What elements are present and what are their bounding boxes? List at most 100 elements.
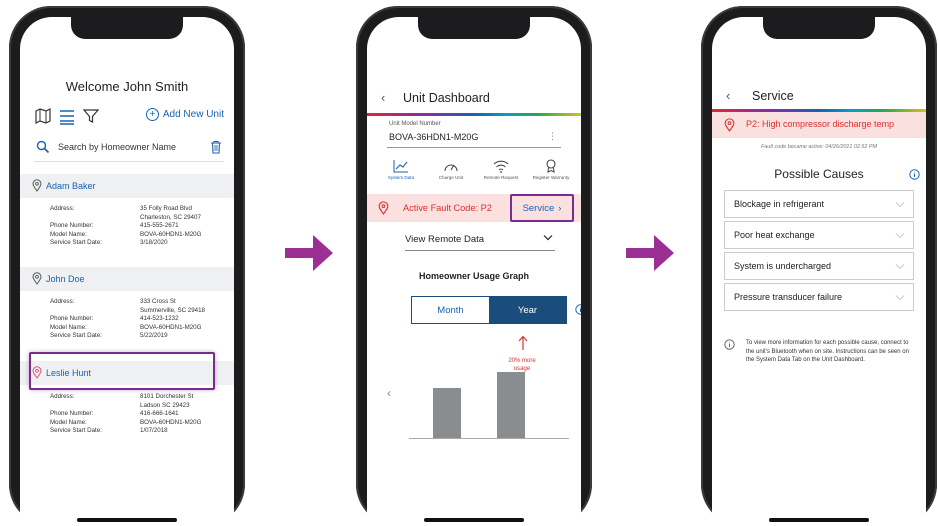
home-indicator	[424, 518, 524, 522]
dashboard-tabs: System Data Charge Unit Remote Request R…	[377, 159, 575, 187]
tab-charge-unit[interactable]: Charge Unit	[427, 159, 475, 187]
service-header: ‹ Service	[726, 87, 918, 107]
address-value-2: Ladson SC 29423	[140, 401, 190, 409]
cause-label: Poor heat exchange	[734, 230, 815, 240]
plus-circle-icon: +	[145, 108, 159, 121]
homeowner-details: Address: 35 Folly Road Blvd Charleston, S…	[50, 205, 226, 248]
cause-label: Pressure transducer failure	[734, 292, 843, 302]
address-value: 35 Folly Road Blvd	[140, 205, 192, 212]
model-value: BOVA-60HDN1-M20G	[140, 418, 202, 426]
tab-label: Remote Request	[483, 175, 519, 180]
phone-notch	[71, 17, 183, 39]
tab-label: System Data	[387, 175, 415, 180]
arrow-up-icon	[518, 335, 528, 350]
chevron-down-icon	[895, 264, 905, 270]
location-pin-icon	[724, 118, 735, 132]
model-label: Model Name:	[50, 418, 87, 426]
bluetooth-instructions: To view more information for each possib…	[746, 340, 909, 364]
more-options-icon[interactable]: ⋮	[548, 131, 557, 142]
period-toggle: Month Year	[411, 296, 567, 324]
address-value: 8101 Dorchester St	[140, 393, 194, 400]
wifi-icon	[493, 160, 509, 173]
right-arrow-icon	[285, 235, 333, 271]
chart-line-icon	[393, 160, 408, 173]
cause-item[interactable]: Poor heat exchange	[724, 221, 914, 249]
phone-label: Phone Number:	[50, 410, 94, 418]
list-icon[interactable]	[58, 107, 76, 125]
homeowner-header-john-doe[interactable]: John Doe	[20, 267, 234, 291]
chevron-left-icon[interactable]: ‹	[381, 90, 385, 105]
cause-item[interactable]: Blockage in refrigerant	[724, 190, 914, 218]
cause-item[interactable]: System is undercharged	[724, 252, 914, 280]
address-label: Address:	[50, 298, 75, 305]
toggle-year[interactable]: Year	[489, 297, 566, 323]
cause-label: Blockage in refrigerant	[734, 199, 825, 209]
chevron-down-icon	[543, 235, 553, 241]
trash-icon[interactable]	[210, 140, 222, 154]
home-indicator	[769, 518, 869, 522]
list-toolbar: + Add New Unit	[34, 107, 224, 127]
info-icon[interactable]	[575, 304, 581, 315]
badge-icon	[546, 159, 556, 173]
right-arrow-icon	[626, 235, 674, 271]
home-indicator	[77, 518, 177, 522]
address-value-2: Charleston, SC 29407	[140, 213, 201, 221]
address-value: 333 Cross St	[140, 298, 176, 305]
add-new-unit-button[interactable]: + Add New Unit	[145, 108, 224, 121]
phone-value: 415-555-2671	[140, 222, 179, 230]
model-field-underline	[387, 147, 561, 148]
select-value: View Remote Data	[405, 234, 485, 245]
phone-label: Phone Number:	[50, 315, 94, 323]
address-value-2: Summerville, SC 29418	[140, 306, 205, 314]
homeowner-details: Address: 333 Cross St Summerville, SC 294…	[50, 298, 226, 341]
location-pin-icon	[32, 179, 42, 192]
fault-banner: P2: High compressor discharge temp	[712, 112, 926, 138]
unit-dashboard-screen: ‹ Unit Dashboard Unit Model Number BOVA-…	[367, 17, 581, 526]
start-date-value: 5/22/2019	[140, 332, 168, 340]
location-pin-icon	[378, 201, 389, 215]
dashboard-header: ‹ Unit Dashboard	[381, 89, 573, 109]
chevron-right-icon: ›	[558, 202, 562, 214]
remote-data-select[interactable]: View Remote Data	[405, 230, 555, 251]
phone-label: Phone Number:	[50, 222, 94, 230]
info-icon[interactable]	[909, 169, 920, 180]
fault-timestamp: Fault code became active: 04/26/2021 02:…	[761, 144, 877, 150]
start-date-label: Service Start Date:	[50, 239, 102, 247]
start-date-value: 3/18/2020	[140, 239, 168, 247]
model-value: BOVA-60HDN1-M20G	[140, 323, 202, 331]
map-icon[interactable]	[34, 107, 52, 125]
chevron-left-icon[interactable]: ‹	[726, 88, 730, 103]
service-label: Service	[522, 202, 555, 214]
usage-annotation: 20% more usage	[492, 357, 552, 373]
homeowner-list-screen: Welcome John Smith + Add New Unit Search…	[20, 17, 234, 526]
chart-previous-button[interactable]: ‹	[387, 386, 391, 400]
usage-graph-title: Homeowner Usage Graph	[418, 271, 530, 281]
homeowner-name: Adam Baker	[46, 181, 96, 191]
phone-notch	[418, 17, 530, 39]
location-pin-icon	[32, 272, 42, 285]
filter-icon[interactable]	[82, 107, 100, 125]
address-label: Address:	[50, 393, 75, 400]
tab-label: Charge Unit	[438, 175, 464, 180]
tab-system-data[interactable]: System Data	[377, 159, 425, 187]
phone-homeowner-list: Welcome John Smith + Add New Unit Search…	[9, 6, 245, 526]
tab-register-warranty[interactable]: Register Warranty	[527, 159, 575, 187]
cause-item[interactable]: Pressure transducer failure	[724, 283, 914, 311]
homeowner-header-adam-baker[interactable]: Adam Baker	[20, 174, 234, 198]
model-value: BOVA-60HDN1-M20G	[140, 230, 202, 238]
search-input[interactable]: Search by Homeowner Name	[58, 142, 176, 152]
toggle-month[interactable]: Month	[412, 297, 489, 323]
tab-remote-request[interactable]: Remote Request	[477, 159, 525, 187]
service-button[interactable]: Service ›	[510, 194, 574, 222]
homeowner-details: Address: 8101 Dorchester St Ladson SC 294…	[50, 393, 226, 436]
address-label: Address:	[50, 205, 75, 212]
chevron-down-icon	[895, 202, 905, 208]
model-number-label: Unit Model Number	[389, 121, 441, 127]
service-screen: ‹ Service P2: High compressor discharge …	[712, 17, 926, 526]
usage-bar	[497, 372, 525, 438]
fault-description: P2: High compressor discharge temp	[746, 119, 895, 129]
search-bar[interactable]: Search by Homeowner Name	[34, 137, 224, 162]
start-date-label: Service Start Date:	[50, 332, 102, 340]
model-number-field[interactable]: BOVA-36HDN1-M20G	[389, 132, 478, 142]
chevron-down-icon	[895, 295, 905, 301]
